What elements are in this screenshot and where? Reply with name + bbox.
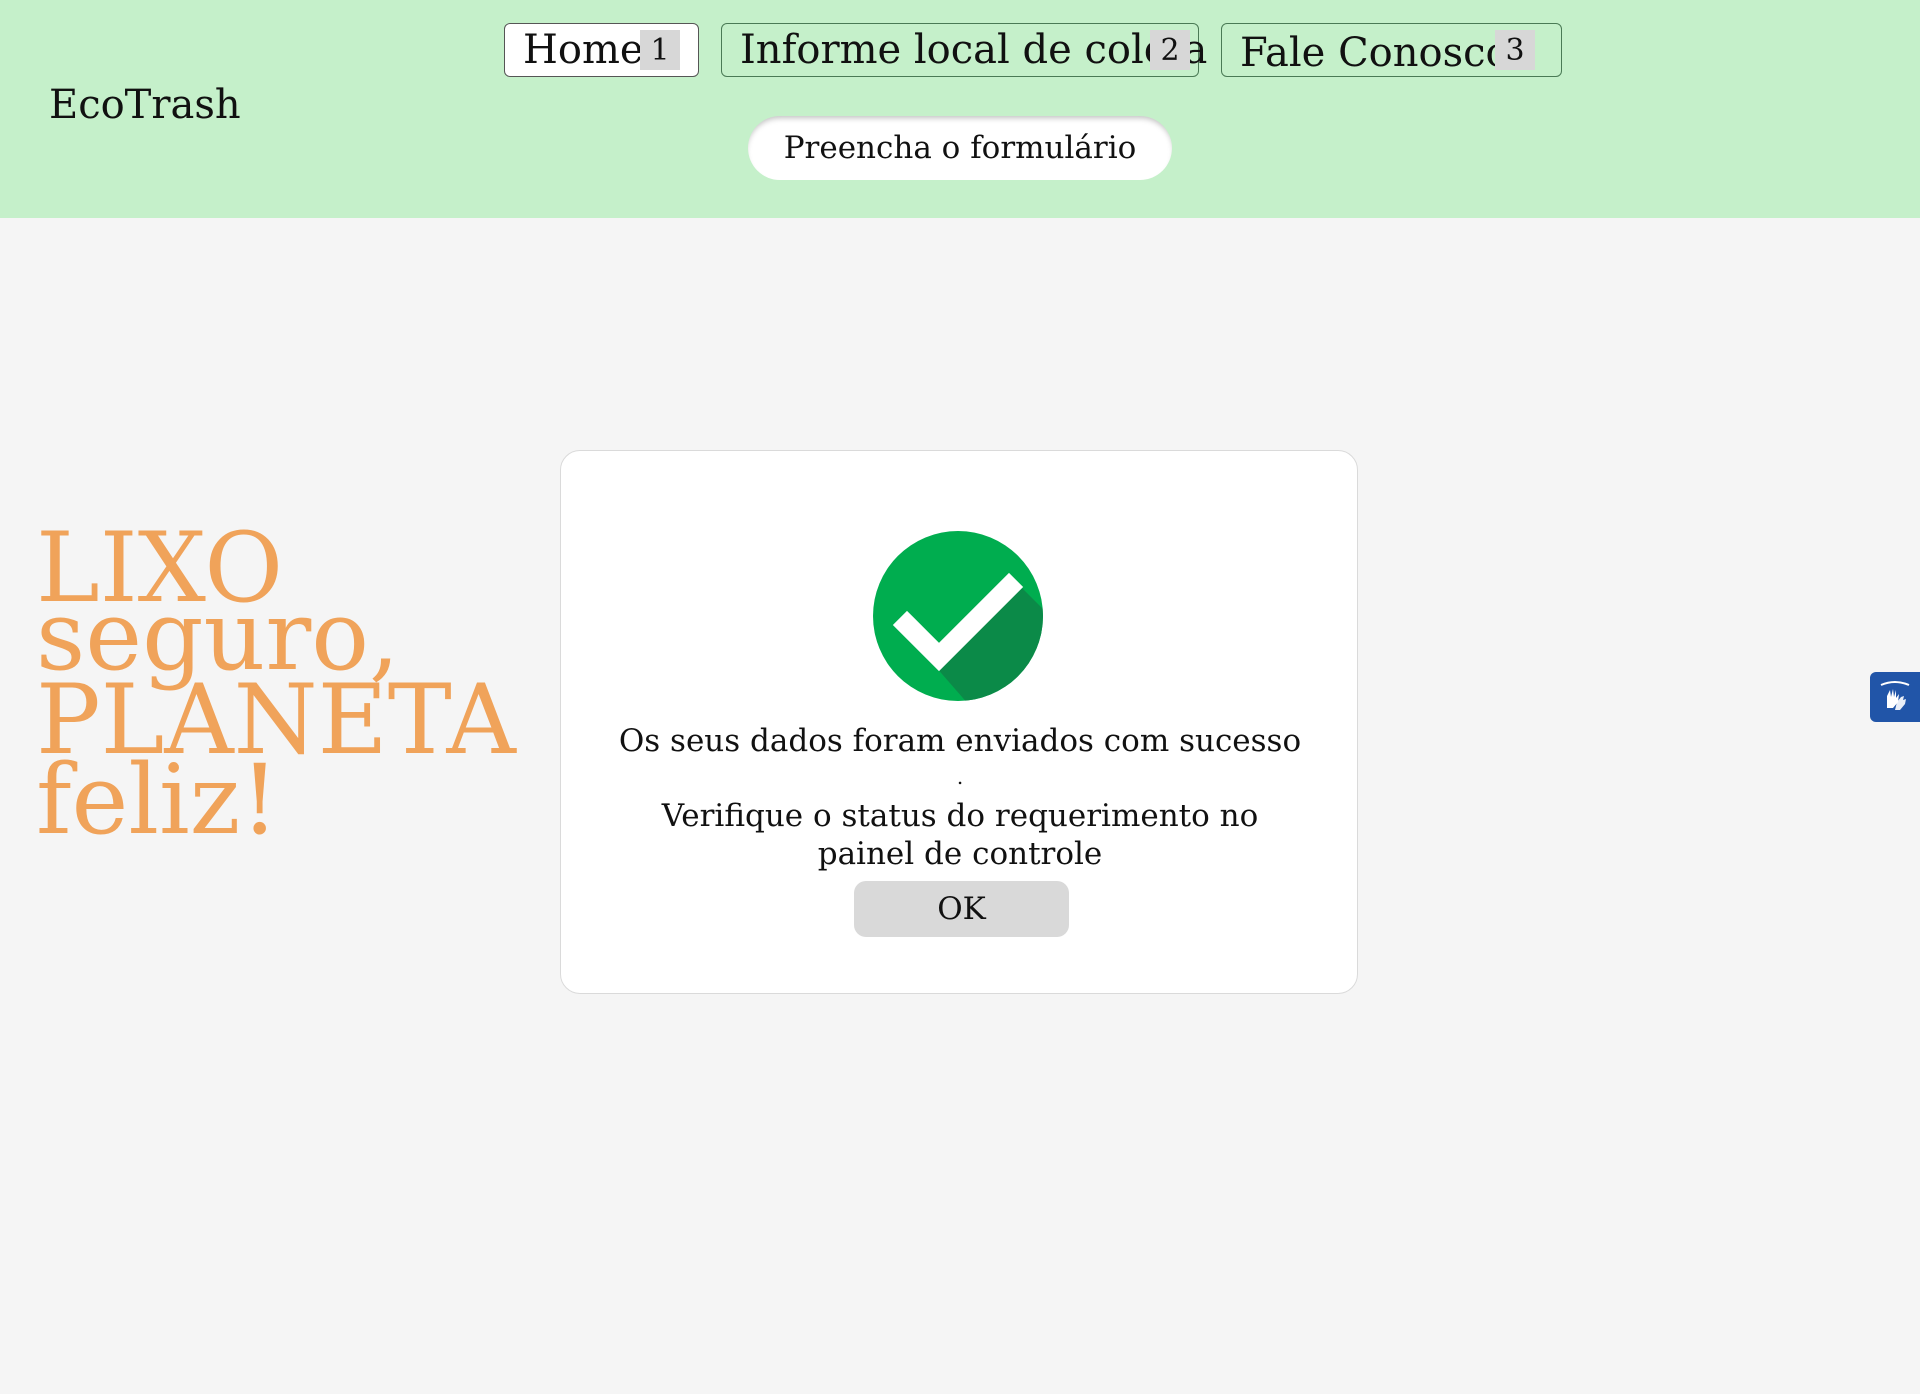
- slogan-line-4: feliz!: [36, 744, 279, 856]
- nav-report-location-button[interactable]: Informe local de coleta 2: [721, 23, 1207, 77]
- check-circle-icon: [873, 531, 1043, 701]
- separator-dot: .: [956, 765, 964, 789]
- nav-home-label: Home: [523, 27, 644, 73]
- status-instruction: Verifique o status do requerimento no pa…: [661, 798, 1259, 872]
- nav-home-button[interactable]: Home 1: [504, 23, 699, 77]
- nav-report-location-label: Informe local de coleta: [740, 27, 1208, 73]
- nav-contact-label: Fale Conosco: [1240, 30, 1510, 76]
- nav-home-number: 1: [640, 30, 680, 70]
- brand-logo[interactable]: EcoTrash: [49, 82, 241, 128]
- sign-language-icon: [1880, 681, 1910, 710]
- nav-contact-number: 3: [1495, 30, 1535, 70]
- fill-form-button[interactable]: Preencha o formulário: [748, 116, 1172, 180]
- accessibility-widget-button[interactable]: [1870, 672, 1920, 722]
- nav-report-location-number: 2: [1150, 30, 1190, 70]
- site-header: EcoTrash Home 1 Informe local de coleta …: [0, 0, 1920, 218]
- ok-button[interactable]: OK: [854, 881, 1069, 937]
- nav-contact-button[interactable]: Fale Conosco 3: [1221, 23, 1562, 77]
- success-message: Os seus dados foram enviados com sucesso: [618, 723, 1302, 759]
- success-modal: Os seus dados foram enviados com sucesso…: [560, 450, 1358, 994]
